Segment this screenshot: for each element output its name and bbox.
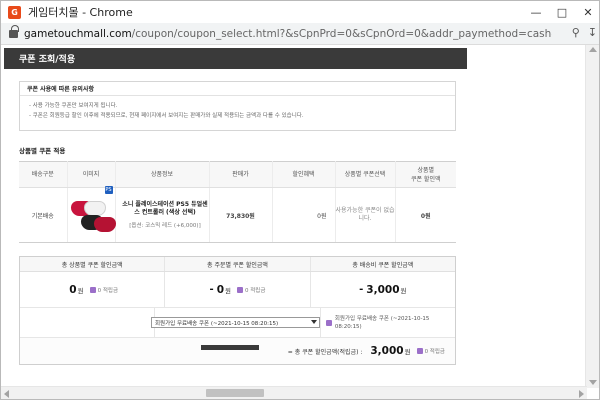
summary-header-cell: 총 주문별 쿠폰 할인금액 — [165, 257, 311, 271]
product-coupon-select-cell — [20, 308, 155, 337]
minus-sign: - — [209, 284, 214, 295]
url-text[interactable]: gametouchmall.com/coupon/coupon_select.h… — [24, 28, 552, 40]
points-text: 0 적립금 — [245, 287, 266, 294]
scroll-down-icon[interactable] — [589, 380, 597, 385]
selected-coupon: 회원가입 무료배송 쿠폰 (~2021-10-15 08:20:15) — [155, 320, 279, 327]
coupon-select-cell: 사용가능한 쿠폰이 없습니다. — [335, 187, 396, 243]
points-text: 0 적립금 — [97, 287, 119, 294]
no-coupon-text: 사용가능한 쿠폰이 없습니다. — [335, 207, 395, 222]
summary-header-cell: 총 상품별 쿠폰 할인금액 — [20, 257, 166, 271]
table-header-row: 배송구분 이미지 상품정보 판매가 할인혜택 상품별 쿠폰선택 상품별 쿠폰 할… — [19, 161, 456, 188]
download-icon[interactable]: ↧ — [588, 26, 597, 39]
playstation-icon: PS — [104, 186, 113, 194]
coupon-icon — [326, 319, 332, 326]
product-section-title: 상품별 쿠폰 적용 — [19, 147, 66, 155]
points-icon — [89, 286, 96, 293]
delivery-coupon-text: 회원가입 무료배송 쿠폰 (~2021-10-15 08:20:15) — [334, 315, 430, 330]
currency-unit: 원 — [404, 348, 411, 356]
minus-sign: - — [359, 284, 364, 295]
coupon-select-row: 회원가입 무료배송 쿠폰 (~2021-10-15 08:20:15) 회원가입… — [20, 308, 455, 338]
column-header: 판매가 — [209, 161, 273, 188]
url-host: gametouchmall.com — [24, 27, 132, 40]
amount-value: 3,000 — [366, 283, 400, 296]
notice-title: 쿠폰 사용에 따른 유의사항 — [20, 82, 455, 96]
currency-unit: 원 — [225, 286, 231, 295]
points-icon — [416, 348, 423, 354]
order-coupon-select-cell: 회원가입 무료배송 쿠폰 (~2021-10-15 08:20:15) — [151, 308, 321, 337]
summary-header-cell: 총 배송비 쿠폰 할인금액 — [352, 261, 414, 269]
discount-benefit: 0원 — [272, 187, 336, 243]
vertical-scrollbar[interactable] — [585, 45, 599, 388]
total-row: = 총 쿠폰 할인금액(적립금) : 3,000 원 0 적립금 — [20, 338, 455, 364]
address-bar-icons: ⚲ ↧ — [572, 26, 597, 39]
product-coupon-discount: 0원 — [395, 187, 456, 243]
controller-image — [94, 217, 116, 232]
scroll-left-icon[interactable] — [4, 390, 9, 398]
maximize-icon[interactable]: □ — [549, 1, 575, 23]
currency-unit: 원 — [77, 286, 84, 295]
delivery-coupon-cell: 회원가입 무료배송 쿠폰 (~2021-10-15 08:20:15) — [321, 308, 455, 337]
summary-header: 총 상품별 쿠폰 할인금액 총 주문별 쿠폰 할인금액 총 배송비 쿠폰 할인금… — [20, 257, 455, 272]
sale-price: 73,830원 — [209, 187, 273, 243]
notice-item: - 사용 가능한 쿠폰만 보여지게 됩니다. — [29, 103, 118, 109]
total-amount: 3,000 — [370, 345, 404, 357]
browser-window: G 게임터치몰 - Chrome — □ ✕ gametouchmall.com… — [0, 0, 600, 400]
app-icon: G — [8, 5, 21, 19]
delivery-coupon-total: - 3,000 원 — [311, 272, 455, 307]
notice-list: - 사용 가능한 쿠폰만 보여지게 됩니다. - 쿠폰은 회원등급 할인 이후에… — [20, 96, 455, 121]
close-icon[interactable]: ✕ — [575, 1, 599, 23]
scroll-right-icon[interactable] — [579, 390, 584, 398]
product-info: PS 소니 플레이스테이션 PS5 듀얼센스 컨트롤러 (색상 선택) [옵션:… — [104, 186, 210, 243]
window-controls: — □ ✕ — [523, 1, 599, 23]
points-text: 0 적립금 — [424, 349, 445, 355]
column-header: 이미지 — [67, 161, 116, 188]
scroll-up-icon[interactable] — [589, 47, 597, 52]
product-coupon-total: 0 원 0 적립금 — [20, 272, 166, 307]
table-row: 기본배송 PS 소니 플레이스테이션 PS5 듀얼센스 컨트롤러 (색상 선택)… — [19, 186, 456, 243]
lock-icon[interactable] — [9, 24, 19, 38]
notice-item: - 쿠폰은 회원등급 할인 이후에 적용되므로, 현재 페이지에서 보여지는 판… — [29, 113, 304, 119]
window-title: 게임터치몰 - Chrome — [28, 6, 133, 19]
points-icon — [237, 286, 243, 293]
delivery-type: 기본배송 — [19, 187, 68, 243]
product-option: [옵션: 코스믹 레드 (+6,000)] — [129, 223, 201, 229]
product-image-cell — [67, 187, 116, 243]
popup-header: 쿠폰 조회/적용 — [4, 48, 467, 69]
currency-unit: 원 — [400, 286, 407, 295]
column-header: 상품별 쿠폰 할인액 — [395, 161, 456, 188]
apply-button[interactable] — [201, 345, 259, 350]
product-thumbnail[interactable] — [71, 195, 116, 235]
title-bar: G 게임터치몰 - Chrome — □ ✕ — [1, 1, 599, 23]
order-coupon-total: - 0 원 0 적립금 — [165, 272, 311, 307]
summary-values: 0 원 0 적립금 - 0 원 0 적립금 - 3,000 원 — [20, 272, 455, 308]
chevron-down-icon — [311, 320, 317, 324]
order-coupon-select[interactable]: 회원가입 무료배송 쿠폰 (~2021-10-15 08:20:15) — [151, 317, 320, 328]
column-header: 상품별 쿠폰선택 — [335, 161, 396, 188]
address-bar[interactable]: gametouchmall.com/coupon/coupon_select.h… — [1, 23, 599, 45]
column-header: 상품정보 — [115, 161, 210, 188]
scroll-thumb[interactable] — [206, 389, 264, 397]
column-header: 할인혜택 — [272, 161, 336, 188]
popup-content: 쿠폰 사용에 따른 유의사항 - 사용 가능한 쿠폰만 보여지게 됩니다. - … — [19, 81, 456, 365]
notice-box: 쿠폰 사용에 따른 유의사항 - 사용 가능한 쿠폰만 보여지게 됩니다. - … — [19, 81, 456, 131]
horizontal-scrollbar[interactable] — [1, 386, 587, 399]
url-path: /coupon/coupon_select.html?&sCpnPrd=0&sC… — [131, 27, 552, 40]
amount-value: 0 — [69, 283, 77, 296]
coupon-popup: 쿠폰 조회/적용 쿠폰 사용에 따른 유의사항 - 사용 가능한 쿠폰만 보여지… — [4, 48, 467, 392]
product-coupon-table: 배송구분 이미지 상품정보 판매가 할인혜택 상품별 쿠폰선택 상품별 쿠폰 할… — [19, 161, 456, 243]
search-icon[interactable]: ⚲ — [572, 26, 580, 39]
column-header: 배송구분 — [19, 161, 68, 188]
total-label: = 총 쿠폰 할인금액(적립금) : — [287, 348, 363, 356]
amount-value: 0 — [216, 283, 225, 296]
minimize-icon[interactable]: — — [523, 1, 549, 23]
controller-image — [84, 201, 106, 216]
product-name-link[interactable]: 소니 플레이스테이션 PS5 듀얼센스 컨트롤러 (색상 선택) — [122, 201, 209, 217]
